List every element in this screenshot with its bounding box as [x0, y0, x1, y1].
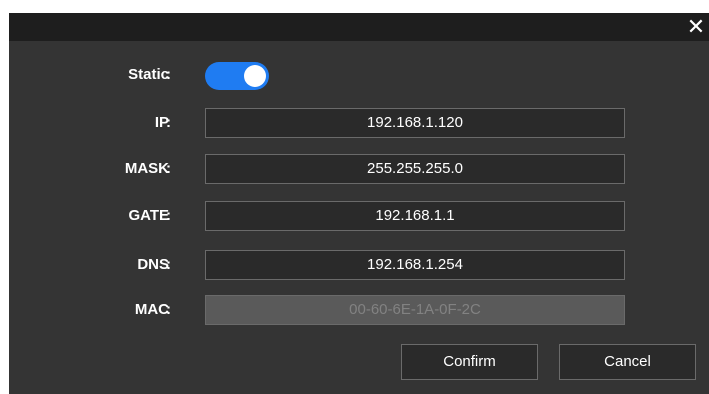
mac-label: MAC	[134, 301, 169, 318]
static-label: Static	[128, 66, 169, 83]
ip-colon: :	[166, 114, 171, 131]
gate-row: GATE :	[9, 201, 709, 231]
cancel-button[interactable]: Cancel	[559, 344, 696, 380]
static-row: Static :	[9, 60, 709, 90]
mac-row: MAC :	[9, 295, 709, 325]
dns-label: DNS	[137, 256, 169, 273]
toggle-knob	[244, 65, 266, 87]
mac-colon: :	[166, 301, 171, 318]
static-toggle[interactable]	[205, 62, 269, 90]
dns-colon: :	[166, 256, 171, 273]
mac-input	[205, 295, 625, 325]
gate-input[interactable]	[205, 201, 625, 231]
network-settings-dialog: ✕ Static : IP : MASK : GATE : DNS : MAC …	[9, 13, 709, 394]
mask-colon: :	[166, 160, 171, 177]
dns-input[interactable]	[205, 250, 625, 280]
static-colon: :	[166, 66, 171, 83]
gate-label: GATE	[128, 207, 169, 224]
gate-colon: :	[166, 207, 171, 224]
ip-input[interactable]	[205, 108, 625, 138]
close-icon[interactable]: ✕	[685, 16, 707, 38]
mask-input[interactable]	[205, 154, 625, 184]
mask-row: MASK :	[9, 154, 709, 184]
mask-label: MASK	[124, 160, 169, 177]
dns-row: DNS :	[9, 250, 709, 280]
confirm-button[interactable]: Confirm	[401, 344, 538, 380]
ip-row: IP :	[9, 108, 709, 138]
title-bar: ✕	[9, 13, 709, 41]
